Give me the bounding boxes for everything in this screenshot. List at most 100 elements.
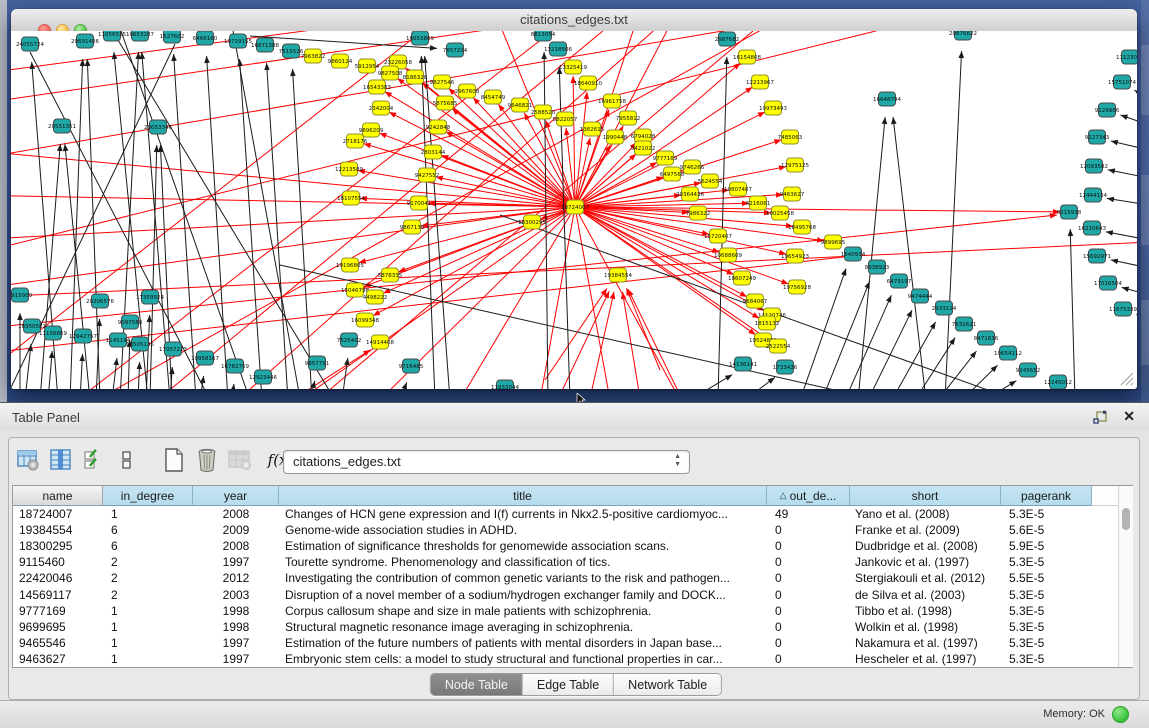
table-cell[interactable]: 5.3E-5 [1001,588,1092,602]
graph-node[interactable]: 10807487 [724,182,752,196]
graph-node[interactable]: 16961758 [598,94,626,108]
graph-node[interactable]: 7986322 [686,206,711,220]
table-cell[interactable]: 0 [767,636,850,650]
graph-edge[interactable] [1120,115,1137,125]
graph-node[interactable]: 9474444 [908,289,933,303]
window-titlebar[interactable]: citations_edges.txt [11,9,1137,32]
graph-node[interactable]: 11123048 [1116,50,1137,64]
table-cell[interactable]: 1 [103,604,193,618]
tab-edge-table[interactable]: Edge Table [523,674,614,695]
row-height-button[interactable] [113,446,140,474]
tab-node-table[interactable]: Node Table [431,674,523,695]
graph-node[interactable]: 1733426 [773,360,798,374]
graph-edge[interactable] [1122,287,1137,295]
create-column-button[interactable] [160,446,187,474]
table-cell[interactable]: 2 [103,588,193,602]
float-panel-icon[interactable] [1093,410,1109,426]
graph-node[interactable]: 9129966 [1095,103,1120,117]
graph-node[interactable]: 7963822 [301,49,326,63]
table-cell[interactable]: Hescheler et al. (1997) [850,652,1001,666]
column-header-name[interactable]: name [13,486,103,506]
graph-node[interactable]: 11933044 [491,380,519,389]
graph-node[interactable]: 2967608 [455,84,480,98]
table-cell[interactable]: 5.3E-5 [1001,620,1092,634]
graph-node[interactable]: 20876822 [949,31,977,40]
table-cell[interactable]: 2008 [193,507,279,521]
table-cell[interactable]: 49 [767,507,850,521]
graph-node[interactable]: 4498222 [363,290,388,304]
table-row[interactable]: 977716911998Corpus callosum shape and si… [13,603,1118,619]
graph-node[interactable]: 1815132 [755,316,780,330]
graph-node[interactable]: 8813054 [531,31,556,41]
graph-edge[interactable] [264,63,288,389]
table-cell[interactable]: 14569117 [13,588,103,602]
graph-edge[interactable] [11,195,575,207]
graph-edge[interactable] [822,281,870,389]
column-header-out_de[interactable]: △out_de... [767,486,850,506]
graph-node[interactable]: 5912954 [355,59,380,73]
graph-node[interactable]: 19384554 [604,268,632,282]
delete-table-button[interactable] [226,446,253,474]
network-graph[interactable]: 2405572420691406110565351065328715276026… [11,31,1137,389]
graph-node[interactable]: 20691406 [71,34,99,48]
table-cell[interactable]: 5.3E-5 [1001,555,1092,569]
graph-node[interactable]: 19196805 [336,258,364,272]
graph-node[interactable]: 9857791 [305,356,330,370]
graph-node[interactable]: 6479197 [887,274,912,288]
table-cell[interactable]: 9699695 [13,620,103,634]
table-cell[interactable]: Embryonic stem cells: a model to study s… [279,652,767,666]
graph-edge[interactable] [169,367,175,389]
table-cell[interactable]: 1 [103,636,193,650]
graph-edge[interactable] [938,351,976,389]
graph-edge[interactable] [204,56,228,389]
graph-node[interactable]: 12975125 [781,158,809,172]
table-cell[interactable]: 22420046 [13,571,103,585]
column-header-year[interactable]: year [193,486,279,506]
table-cell[interactable]: Franke et al. (2009) [850,523,1001,537]
graph-node[interactable]: 7857224 [443,43,468,57]
graph-node[interactable]: 7485063 [778,130,803,144]
graph-node[interactable]: 11056535 [98,31,126,41]
graph-node[interactable]: 5421022 [631,141,656,155]
graph-node[interactable]: 9227343 [1085,130,1110,144]
table-cell[interactable]: 2009 [193,523,279,537]
graph-node[interactable]: 9097588 [118,315,143,329]
graph-node[interactable]: 10958167 [191,351,219,365]
graph-edge[interactable] [1111,259,1137,268]
window-resize-grip[interactable] [1117,369,1135,387]
graph-node[interactable]: 9777169 [653,151,678,165]
table-cell[interactable]: 1997 [193,652,279,666]
graph-edge[interactable] [690,375,732,389]
graph-node[interactable]: 12245012 [1044,375,1072,389]
table-cell[interactable]: 5.3E-5 [1001,604,1092,618]
graph-edge[interactable] [48,351,54,389]
graph-edge[interactable] [1134,90,1137,100]
table-cell[interactable]: 0 [767,604,850,618]
column-header-title[interactable]: title [279,486,767,506]
table-cell[interactable]: 9115460 [13,555,103,569]
graph-node[interactable]: 10653287 [126,31,154,41]
delete-column-button[interactable] [193,446,220,474]
graph-edge[interactable] [590,292,615,389]
column-visibility-button[interactable] [47,446,74,474]
column-header-pagerank[interactable]: pagerank [1001,486,1092,506]
table-scrollbar[interactable] [1118,486,1133,667]
graph-node[interactable]: 9860124 [328,54,353,68]
table-cell[interactable]: Stergiakouli et al. (2012) [850,571,1001,585]
graph-node[interactable]: 9684067 [743,294,768,308]
graph-node[interactable]: 7955812 [616,111,641,125]
graph-node[interactable]: 1640934 [841,247,866,261]
table-cell[interactable]: 0 [767,523,850,537]
graph-edge[interactable] [11,31,740,160]
table-cell[interactable]: Tibbo et al. (1998) [850,604,1001,618]
column-header-short[interactable]: short [850,486,1001,506]
graph-edge[interactable] [230,384,236,389]
graph-node[interactable]: 18495768 [788,220,816,234]
graph-node[interactable]: 14136141 [729,357,757,371]
table-cell[interactable]: 1 [103,652,193,666]
table-cell[interactable]: Dudbridge et al. (2008) [850,539,1001,553]
graph-node[interactable]: 17957223 [159,342,187,356]
table-cell[interactable]: 2 [103,555,193,569]
table-row[interactable]: 1830029562008Estimation of significance … [13,538,1118,554]
memory-status-indicator[interactable] [1112,706,1129,723]
